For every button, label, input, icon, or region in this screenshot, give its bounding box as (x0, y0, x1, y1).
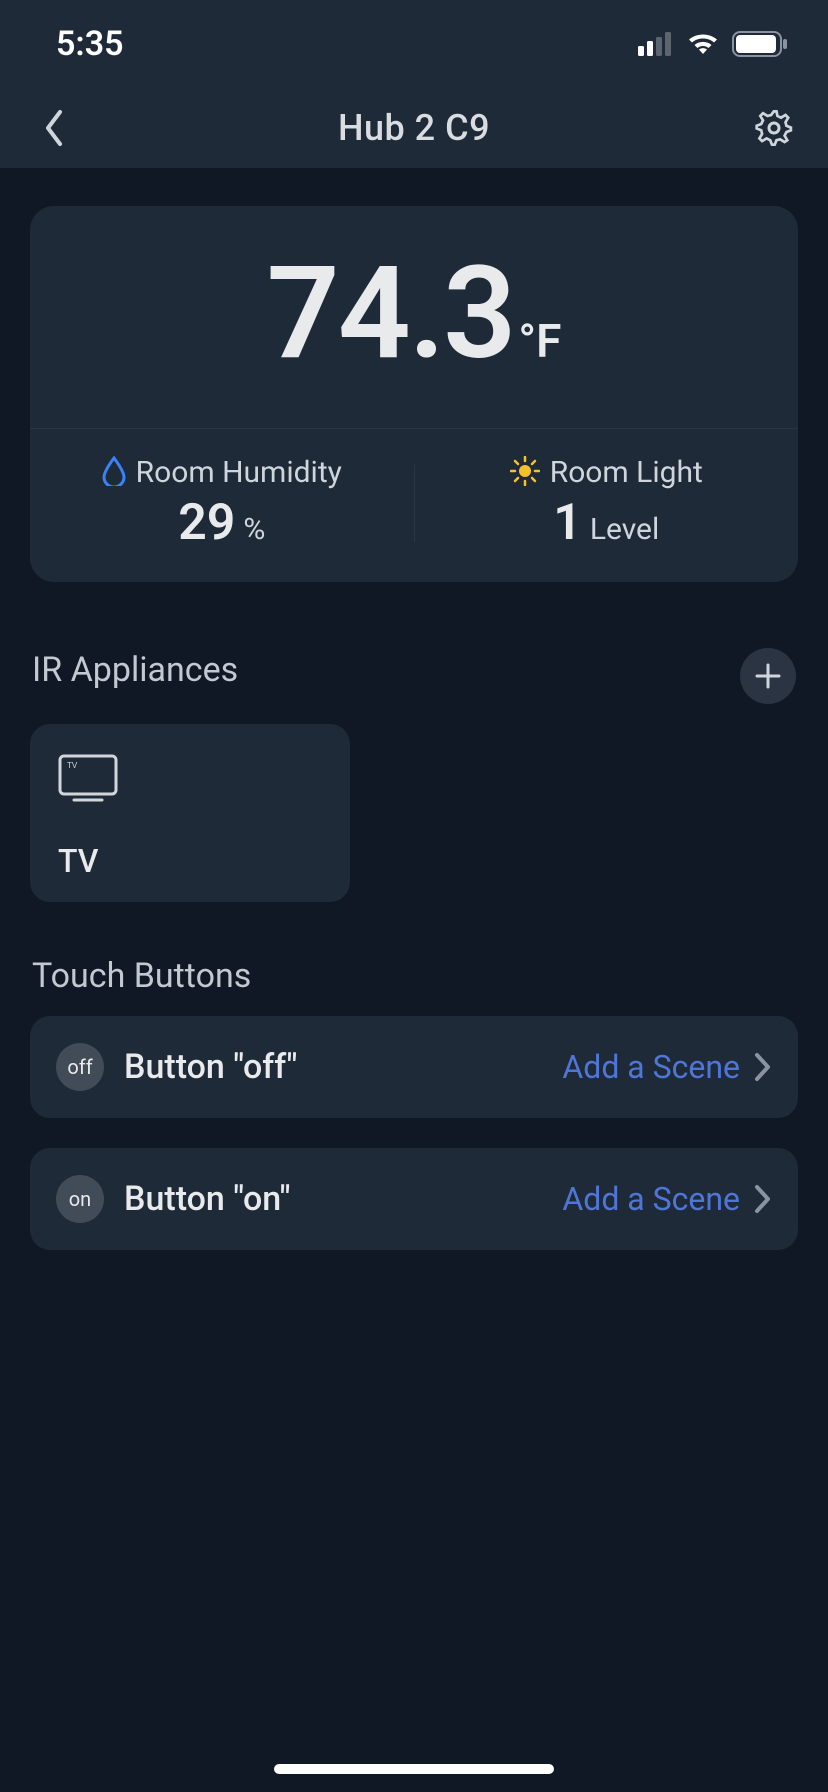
light-label: Room Light (550, 455, 703, 490)
droplet-icon (102, 456, 126, 490)
tv-icon: TV (58, 754, 322, 808)
add-scene-link[interactable]: Add a Scene (562, 1048, 740, 1086)
status-bar: 5:35 (0, 0, 828, 88)
add-appliance-button[interactable] (740, 648, 796, 704)
add-scene-link[interactable]: Add a Scene (562, 1180, 740, 1218)
nav-header: Hub 2 C9 (0, 88, 828, 168)
appliance-tile-tv[interactable]: TV TV (30, 724, 350, 902)
svg-text:TV: TV (67, 761, 78, 770)
humidity-block: Room Humidity 29 % (30, 455, 414, 552)
touch-badge-on: on (56, 1175, 104, 1223)
back-button[interactable] (30, 104, 78, 152)
touch-label: Button "on" (124, 1179, 562, 1219)
appliance-label: TV (58, 842, 322, 880)
light-value: 1 (553, 494, 582, 552)
home-indicator[interactable] (274, 1764, 554, 1774)
sensor-card[interactable]: 74.3 °F Room Humidity 29 % (30, 206, 798, 582)
sensor-bottom: Room Humidity 29 % (30, 429, 798, 582)
battery-icon (732, 31, 788, 57)
touch-section-title: Touch Buttons (32, 956, 251, 996)
chevron-right-icon (754, 1052, 772, 1082)
ir-section-header: IR Appliances (30, 636, 798, 704)
touch-label: Button "off" (124, 1047, 562, 1087)
chevron-right-icon (754, 1184, 772, 1214)
plus-icon (755, 663, 781, 689)
appliance-row: TV TV (30, 724, 798, 902)
cellular-icon (638, 32, 674, 56)
humidity-unit: % (243, 512, 265, 547)
touch-button-on[interactable]: on Button "on" Add a Scene (30, 1148, 798, 1250)
light-unit: Level (590, 512, 659, 547)
temperature-row: 74.3 °F (30, 206, 798, 428)
sun-icon (510, 456, 540, 490)
status-time: 5:35 (56, 24, 124, 64)
light-block: Room Light 1 Level (415, 455, 799, 552)
touch-button-off[interactable]: off Button "off" Add a Scene (30, 1016, 798, 1118)
temperature-unit: °F (518, 315, 561, 369)
humidity-label: Room Humidity (136, 455, 342, 490)
status-indicators (638, 31, 788, 57)
wifi-icon (686, 32, 720, 56)
content: 74.3 °F Room Humidity 29 % (0, 168, 828, 1250)
touch-section-header: Touch Buttons (30, 956, 798, 996)
temperature-value: 74.3 (267, 250, 515, 378)
gear-icon (754, 108, 794, 148)
page-title: Hub 2 C9 (338, 107, 490, 149)
touch-button-list: off Button "off" Add a Scene on Button "… (30, 1016, 798, 1250)
touch-badge-off: off (56, 1043, 104, 1091)
humidity-value: 29 (178, 494, 235, 552)
ir-section-title: IR Appliances (32, 650, 238, 690)
chevron-left-icon (42, 108, 66, 148)
settings-button[interactable] (750, 104, 798, 152)
